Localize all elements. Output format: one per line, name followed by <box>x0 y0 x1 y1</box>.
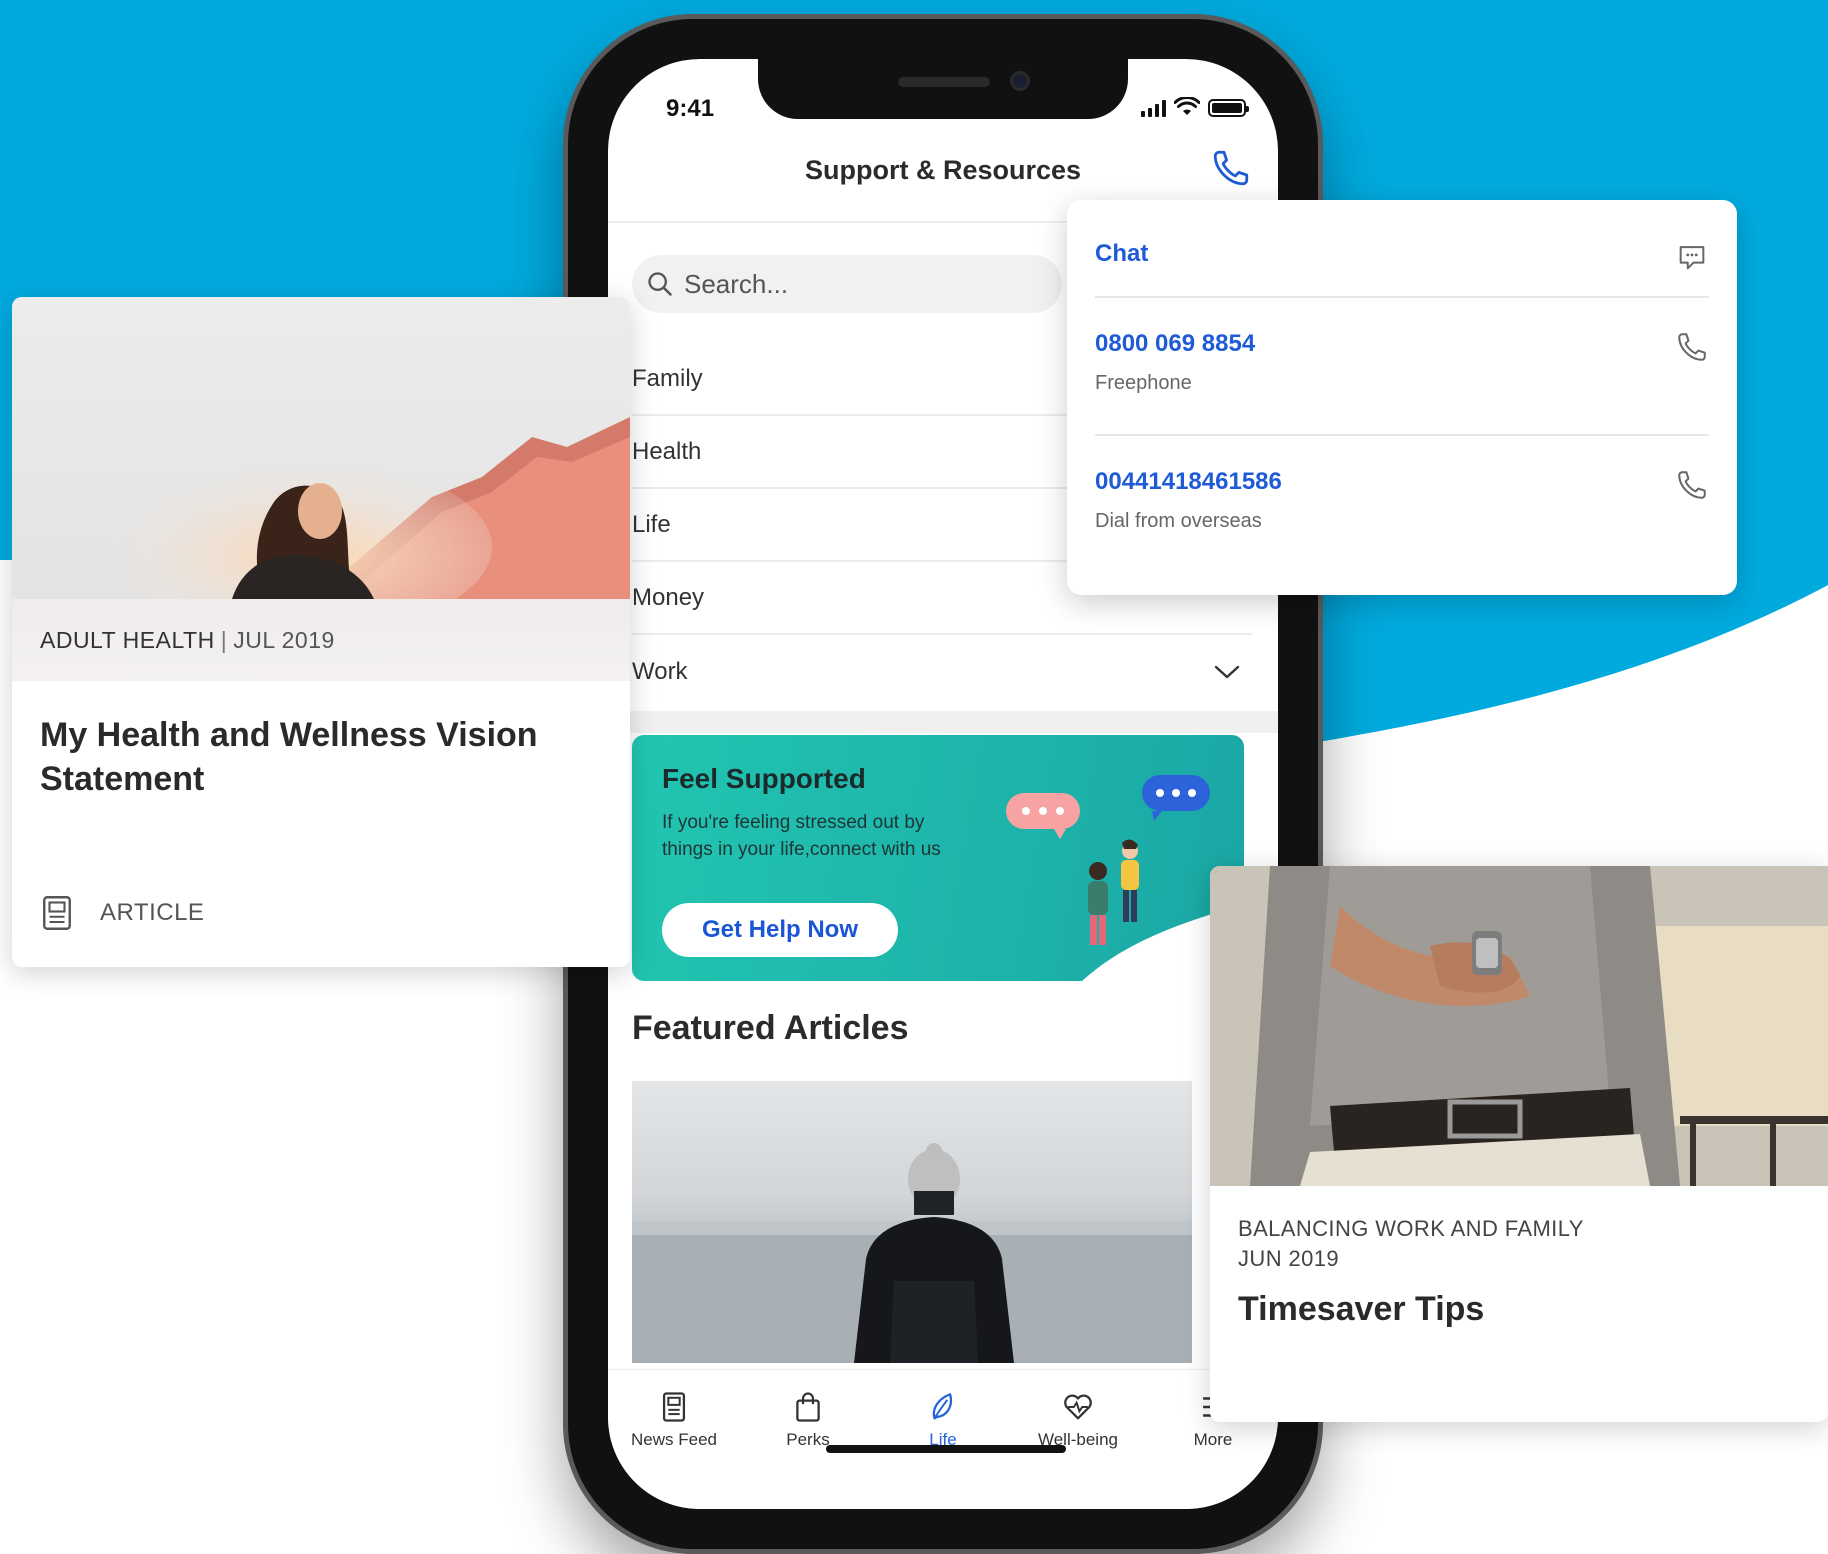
article-title: My Health and Wellness Vision Statement <box>40 716 538 798</box>
search-input[interactable] <box>684 268 1044 300</box>
article-photo <box>12 297 630 599</box>
article-category: BALANCING WORK AND FAMILY <box>1238 1216 1584 1241</box>
freephone-option[interactable]: 0800 069 8854 Freephone <box>1095 330 1709 395</box>
tab-label: News Feed <box>631 1430 717 1449</box>
news-icon <box>662 1392 686 1422</box>
featured-article-image[interactable] <box>632 1081 1192 1363</box>
category-label: Life <box>632 510 671 538</box>
phone-call-icon[interactable] <box>1210 147 1252 189</box>
bag-icon <box>796 1392 820 1422</box>
person-sea-photo <box>632 1143 1192 1363</box>
article-meta: BALANCING WORK AND FAMILY JUN 2019 <box>1238 1214 1798 1274</box>
category-item-work[interactable]: Work <box>632 635 1252 708</box>
meta-separator: | <box>220 627 228 653</box>
section-separator <box>608 711 1278 733</box>
contact-divider <box>1095 434 1709 436</box>
page-title: Support & Resources <box>804 155 1082 185</box>
tab-life[interactable]: Life <box>883 1390 1003 1450</box>
get-help-button[interactable]: Get Help Now <box>662 903 898 957</box>
article-icon <box>43 896 71 930</box>
chat-option[interactable]: Chat <box>1095 240 1709 270</box>
tab-perks[interactable]: Perks <box>748 1390 868 1450</box>
heart-pulse-icon <box>1064 1394 1092 1420</box>
tab-well-being[interactable]: Well-being <box>1018 1390 1138 1450</box>
freephone-number: 0800 069 8854 <box>1095 330 1256 357</box>
signal-icon <box>1141 99 1166 117</box>
wifi-icon <box>1174 97 1200 115</box>
search-icon <box>648 272 672 296</box>
notch <box>758 59 1128 119</box>
overseas-option[interactable]: 00441418461586 Dial from overseas <box>1095 468 1709 533</box>
phone-icon <box>1678 471 1706 499</box>
article-meta: ADULT HEALTH | JUL 2019 <box>40 627 335 654</box>
freephone-caption: Freephone <box>1095 372 1192 394</box>
support-banner: Feel Supported If you're feeling stresse… <box>632 735 1244 981</box>
tab-news-feed[interactable]: News Feed <box>614 1390 734 1450</box>
status-icons <box>1141 97 1249 117</box>
banner-title: Feel Supported <box>662 763 866 794</box>
search-bar[interactable] <box>632 255 1062 313</box>
front-camera <box>1010 71 1030 91</box>
status-time: 9:41 <box>666 95 715 122</box>
featured-articles-heading: Featured Articles <box>632 1009 909 1047</box>
article-type-label: ARTICLE <box>100 899 205 926</box>
category-label: Money <box>632 583 705 611</box>
bottom-tab-bar: News Feed Perks Life Well-being More <box>608 1369 1278 1509</box>
phone-icon <box>1678 333 1706 361</box>
speaker-grille <box>898 77 990 87</box>
article-date: JUN 2019 <box>1238 1246 1340 1271</box>
chat-icon <box>1679 246 1705 270</box>
article-title: Timesaver Tips <box>1238 1290 1485 1328</box>
chevron-down-icon <box>1214 665 1240 678</box>
article-date: JUL 2019 <box>233 627 335 653</box>
conversation-illustration <box>1006 775 1242 981</box>
banner-text: If you're feeling stressed out by things… <box>662 812 941 860</box>
article-card-timesaver[interactable]: BALANCING WORK AND FAMILY JUN 2019 Times… <box>1210 866 1828 1422</box>
man-watch-photo <box>1210 866 1828 1186</box>
category-label: Health <box>632 437 702 465</box>
overseas-caption: Dial from overseas <box>1095 510 1262 532</box>
woman-mountain-photo <box>92 417 630 599</box>
category-label: Work <box>632 657 688 685</box>
article-photo <box>1210 866 1828 1186</box>
tab-label: More <box>1193 1430 1233 1449</box>
leaf-icon <box>932 1393 953 1420</box>
chat-label: Chat <box>1095 240 1149 267</box>
battery-icon <box>1208 99 1249 117</box>
home-indicator <box>826 1445 1066 1453</box>
contact-popover: Chat 0800 069 8854 Freephone 00441418461… <box>1067 200 1737 595</box>
article-category: ADULT HEALTH <box>40 627 215 653</box>
article-card-health[interactable]: ADULT HEALTH | JUL 2019 My Health and Well… <box>12 297 630 967</box>
contact-divider <box>1095 296 1709 298</box>
category-label: Family <box>632 364 703 392</box>
overseas-number: 00441418461586 <box>1095 468 1282 495</box>
